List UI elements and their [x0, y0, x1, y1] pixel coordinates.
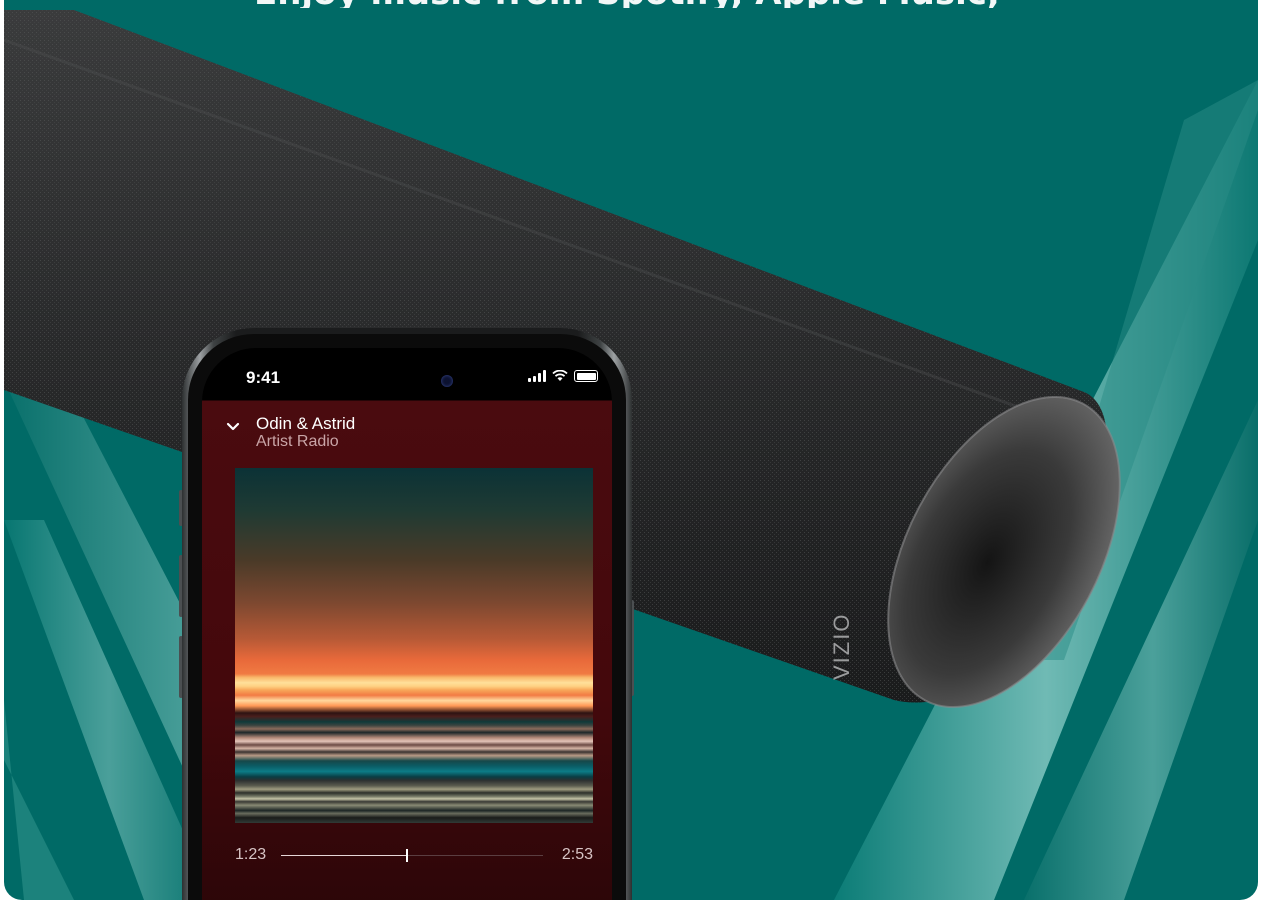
dynamic-island [357, 366, 465, 396]
battery-icon [574, 370, 598, 382]
phone-device: 9:41 Odin & Astrid Artist Radio 1:23 2:5… [182, 328, 632, 900]
progress-track[interactable] [281, 849, 543, 862]
progress-fill [281, 855, 407, 856]
status-time: 9:41 [246, 368, 281, 387]
elapsed-time: 1:23 [235, 846, 267, 863]
chevron-down-icon[interactable] [224, 418, 242, 436]
front-camera-icon [441, 375, 453, 387]
album-artwork [235, 468, 593, 823]
playback-progress[interactable]: 1:23 2:53 [235, 846, 593, 866]
status-icons [528, 370, 598, 382]
hero-banner: Enjoy music from Spotify, Apple Music, [4, 0, 1258, 900]
vizio-logo: VIZIO [829, 613, 854, 680]
wifi-icon [552, 370, 568, 381]
progress-thumb[interactable] [405, 849, 408, 862]
now-playing-header: Odin & Astrid Artist Radio [220, 412, 594, 460]
total-duration: 2:53 [561, 846, 593, 863]
track-context[interactable]: Artist Radio [256, 433, 339, 451]
track-title: Odin & Astrid [256, 414, 356, 433]
phone-screen: 9:41 Odin & Astrid Artist Radio 1:23 2:5… [202, 348, 612, 900]
cellular-signal-icon [528, 370, 546, 382]
